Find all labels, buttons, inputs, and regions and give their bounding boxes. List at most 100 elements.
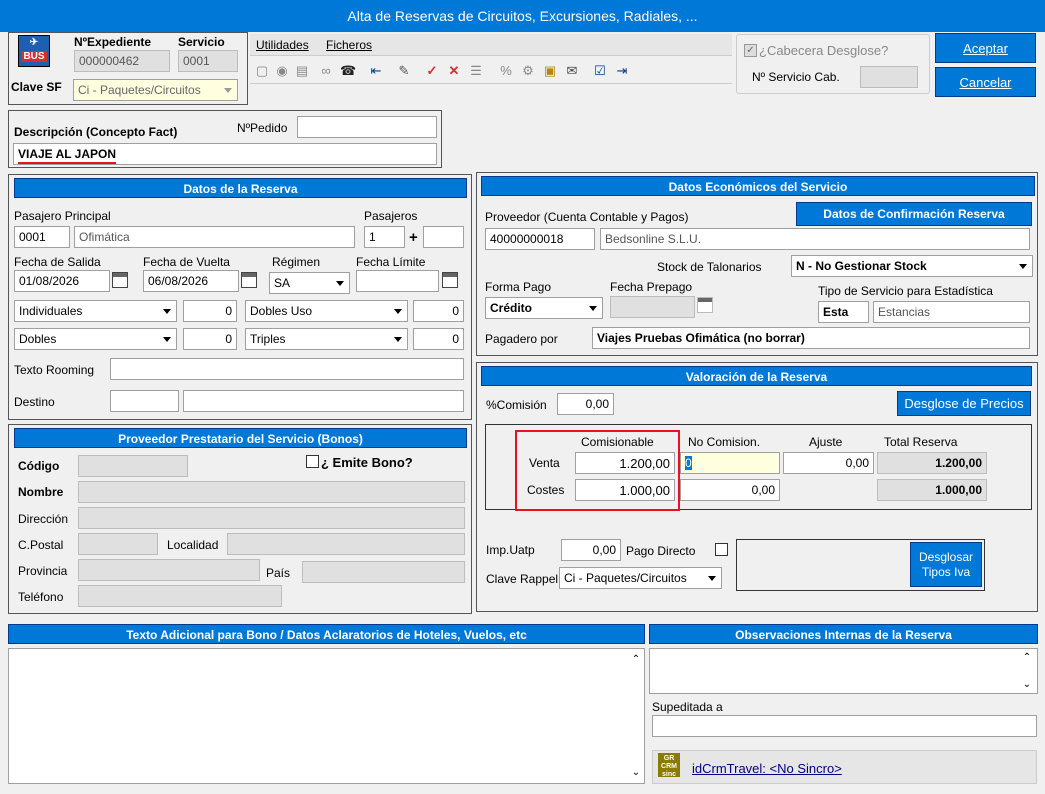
cancelar-button[interactable]: Cancelar	[935, 67, 1036, 97]
proveedor-code-field[interactable]: 40000000018	[485, 228, 595, 250]
chart-icon[interactable]: ☑	[592, 63, 608, 79]
exit-icon[interactable]: ⇥	[614, 63, 630, 79]
list-icon[interactable]: ☰	[468, 63, 484, 79]
confirm-icon[interactable]: ✓	[424, 63, 440, 79]
supeditada-field[interactable]	[652, 715, 1037, 737]
comision-field[interactable]: 0,00	[557, 393, 614, 415]
venta-comisionable-field[interactable]: 1.200,00	[575, 452, 675, 474]
destino-code-field[interactable]	[110, 390, 179, 412]
percent-icon[interactable]: %	[498, 63, 514, 79]
cpostal-field[interactable]	[78, 533, 158, 555]
scrollbar[interactable]: ⌃ ⌄	[628, 652, 644, 780]
localidad-field[interactable]	[227, 533, 465, 555]
plus-label: +	[409, 229, 418, 246]
expediente-label: NºExpediente	[74, 35, 152, 49]
desglosar-iva-button[interactable]: Desglosar Tipos Iva	[910, 542, 982, 587]
scroll-up-icon[interactable]: ⌃	[1019, 652, 1035, 663]
venta-nocomision-field[interactable]: 0	[680, 452, 780, 474]
menu-ficheros[interactable]: Ficheros	[326, 38, 372, 52]
scroll-down-icon[interactable]: ⌄	[1019, 679, 1035, 690]
cabecera-checkbox[interactable]: ✓	[744, 44, 757, 57]
triples-field[interactable]: 0	[413, 328, 464, 350]
dobles-field[interactable]: 0	[183, 328, 237, 350]
indent-icon[interactable]: ⇤	[368, 63, 384, 79]
aceptar-button[interactable]: Aceptar	[935, 33, 1036, 63]
confirmacion-button[interactable]: Datos de Confirmación Reserva	[796, 202, 1032, 226]
tools-icon[interactable]: ⚙	[520, 63, 536, 79]
rappel-select[interactable]: Ci - Paquetes/Circuitos	[559, 567, 722, 589]
descripcion-field[interactable]: VIAJE AL JAPON	[13, 143, 437, 165]
costes-nocomision-field[interactable]: 0,00	[680, 479, 780, 501]
triples-select[interactable]: Triples	[245, 328, 408, 350]
venta-label: Venta	[529, 456, 560, 470]
texto-adicional-field[interactable]	[8, 648, 645, 784]
view-icon[interactable]: ◉	[274, 63, 290, 79]
col-nocomision: No Comision.	[688, 435, 761, 449]
venta-total-field[interactable]: 1.200,00	[877, 452, 987, 474]
print-icon[interactable]: ▤	[294, 63, 310, 79]
costes-total-field[interactable]: 1.000,00	[877, 479, 987, 501]
costes-comisionable-field[interactable]: 1.000,00	[575, 479, 675, 501]
pasajeros-field[interactable]: 1	[364, 226, 405, 248]
calendar-icon[interactable]	[241, 272, 257, 288]
scrollbar[interactable]: ⌃ ⌄	[1019, 652, 1035, 690]
localidad-label: Localidad	[167, 538, 219, 552]
prepago-field[interactable]	[610, 296, 695, 318]
pagadero-field[interactable]: Viajes Pruebas Ofimática (no borrar)	[592, 327, 1030, 349]
phone-icon[interactable]: ☎	[340, 63, 356, 79]
tipo-name-field[interactable]: Estancias	[873, 301, 1030, 323]
nombre-field[interactable]	[78, 481, 465, 503]
uatp-field[interactable]: 0,00	[561, 539, 621, 561]
calendar-icon[interactable]	[697, 297, 713, 313]
notes-icon[interactable]: ✎	[396, 63, 412, 79]
pais-field[interactable]	[302, 561, 465, 583]
individuales-field[interactable]: 0	[183, 300, 237, 322]
triples-value: Triples	[250, 332, 286, 346]
venta-ajuste-field[interactable]: 0,00	[783, 452, 874, 474]
scroll-down-icon[interactable]: ⌄	[628, 767, 644, 778]
pasajero-code-field[interactable]: 0001	[14, 226, 70, 248]
nservicio-cab-field[interactable]	[860, 66, 918, 88]
dobles-uso-select[interactable]: Dobles Uso	[245, 300, 408, 322]
dobles-select[interactable]: Dobles	[14, 328, 177, 350]
stock-label: Stock de Talonarios	[657, 260, 762, 274]
calendar-icon[interactable]	[442, 272, 458, 288]
servicio-field[interactable]: 0001	[178, 50, 238, 72]
regimen-select[interactable]: SA	[269, 272, 350, 294]
npedido-field[interactable]	[297, 116, 437, 138]
individuales-select[interactable]: Individuales	[14, 300, 177, 322]
clave-sf-select[interactable]: Ci - Paquetes/Circuitos	[73, 79, 238, 101]
binoculars-icon[interactable]: ∞	[318, 63, 334, 79]
stock-select[interactable]: N - No Gestionar Stock	[791, 255, 1033, 277]
forma-pago-select[interactable]: Crédito	[485, 297, 603, 319]
telefono-field[interactable]	[78, 585, 282, 607]
destino-name-field[interactable]	[183, 390, 464, 412]
provincia-field[interactable]	[78, 559, 260, 581]
pasajero-name-field[interactable]: Ofimática	[74, 226, 355, 248]
proveedor-name-field[interactable]: Bedsonline S.L.U.	[600, 228, 1030, 250]
aceptar-label: Aceptar	[963, 40, 1008, 56]
delete-icon[interactable]: ✕	[446, 63, 462, 79]
calendar-icon[interactable]	[112, 272, 128, 288]
vuelta-field[interactable]: 06/08/2026	[143, 270, 239, 292]
rooming-field[interactable]	[110, 358, 464, 380]
new-icon[interactable]: ▢	[254, 63, 270, 79]
codigo-field[interactable]	[78, 455, 188, 477]
menu-utilidades[interactable]: Utilidades	[256, 38, 309, 52]
emite-bono-checkbox[interactable]	[306, 455, 319, 468]
crm-link[interactable]: idCrmTravel: <No Sincro>	[692, 761, 842, 776]
expediente-field[interactable]: 000000462	[74, 50, 170, 72]
dobles-uso-field[interactable]: 0	[413, 300, 464, 322]
pago-directo-checkbox[interactable]	[715, 543, 728, 556]
scroll-up-icon[interactable]: ⌃	[628, 654, 644, 665]
desglose-precios-button[interactable]: Desglose de Precios	[897, 391, 1031, 416]
texto-adicional-header: Texto Adicional para Bono / Datos Aclara…	[8, 624, 645, 644]
direccion-field[interactable]	[78, 507, 465, 529]
salida-field[interactable]: 01/08/2026	[14, 270, 110, 292]
tipo-code-field[interactable]: Esta	[818, 301, 869, 323]
document-icon[interactable]: ▣	[542, 63, 558, 79]
pasajeros-extra-field[interactable]	[423, 226, 464, 248]
chat-icon[interactable]: ✉	[564, 63, 580, 79]
limite-field[interactable]	[356, 270, 439, 292]
observaciones-field[interactable]	[649, 648, 1038, 694]
